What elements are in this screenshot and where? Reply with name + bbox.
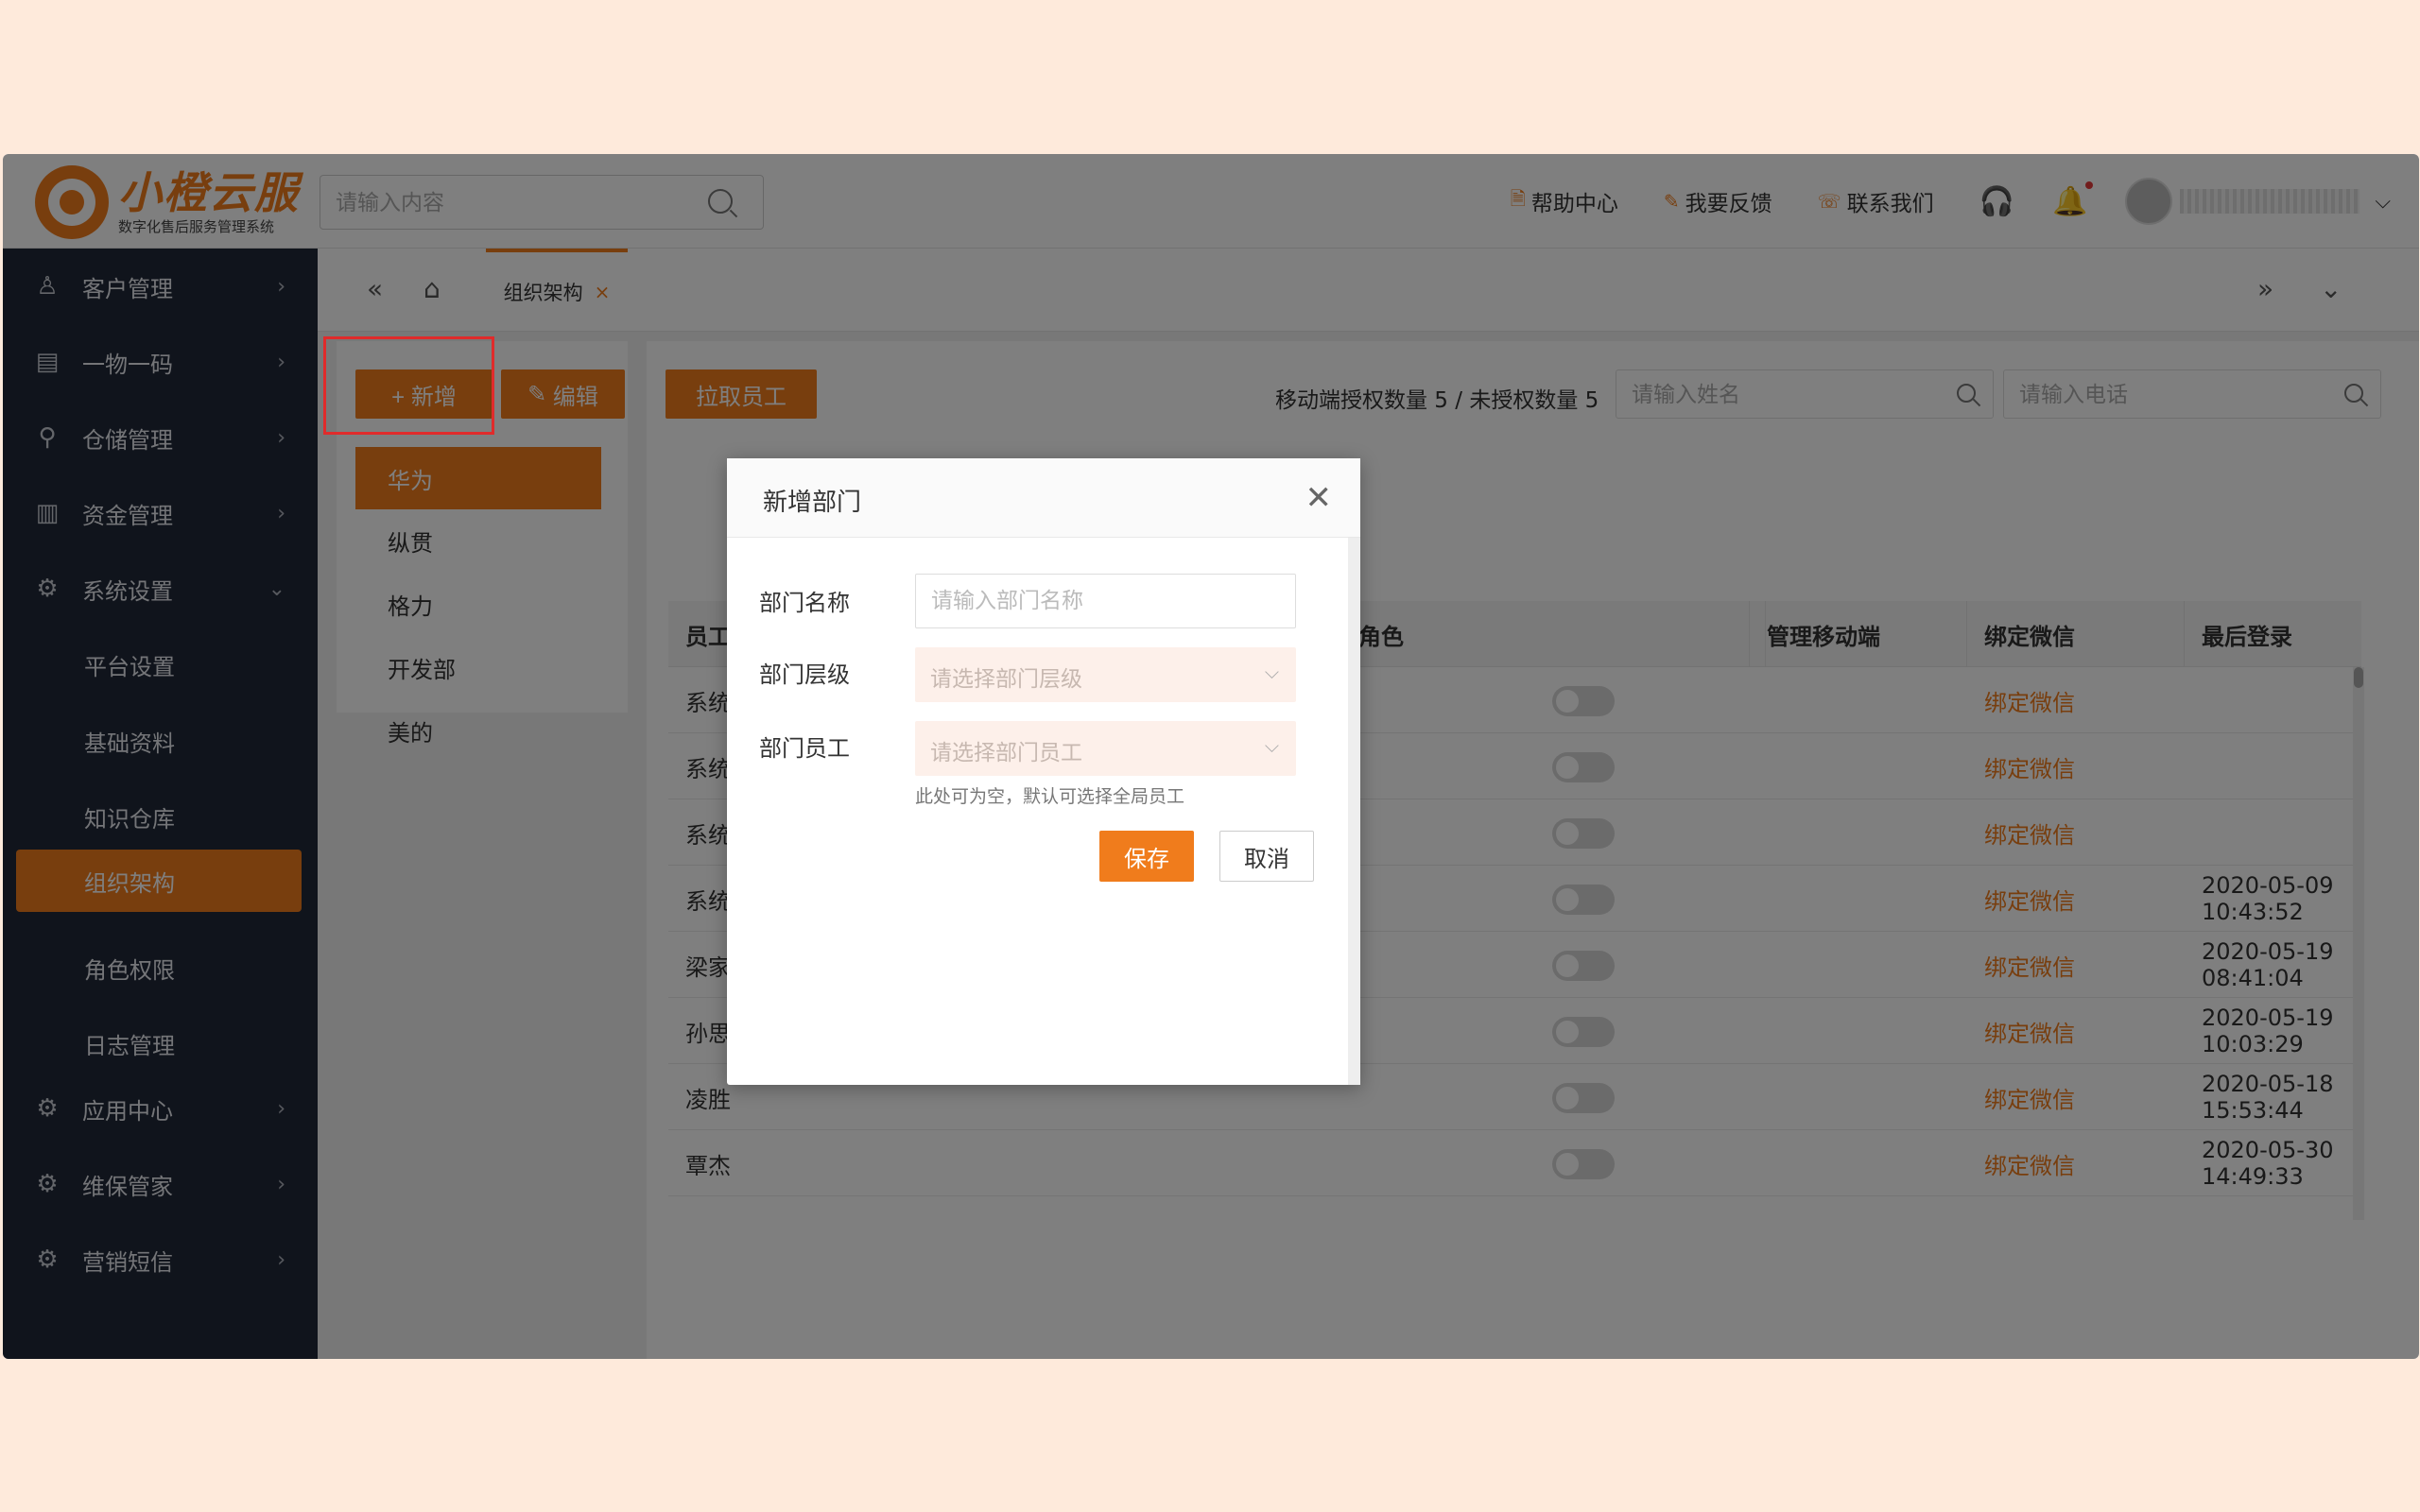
dialog-scrollbar[interactable] (1348, 538, 1360, 1085)
chevron-down-icon: ⌵ (1264, 734, 1279, 757)
department-staff-select[interactable]: 请选择部门员工 ⌵ (915, 721, 1296, 776)
department-name-label: 部门名称 (759, 590, 850, 616)
department-level-label: 部门层级 (759, 662, 850, 688)
app-window: 小橙云服 数字化售后服务管理系统 🗎帮助中心 ✎我要反馈 ☏联系我们 🎧 🔔 ⌵… (3, 154, 2419, 1359)
select-placeholder: 请选择部门层级 (930, 667, 1082, 692)
department-name-input[interactable] (931, 587, 1271, 615)
select-placeholder: 请选择部门员工 (930, 741, 1082, 765)
save-button[interactable]: 保存 (1099, 831, 1194, 882)
department-name-field[interactable] (915, 574, 1296, 628)
annotation-highlight-box (323, 336, 494, 435)
dialog-header: 新增部门 ✕ (727, 458, 1360, 538)
department-level-select[interactable]: 请选择部门层级 ⌵ (915, 647, 1296, 702)
department-staff-label: 部门员工 (759, 735, 850, 762)
add-department-dialog: 新增部门 ✕ 部门名称 部门层级 请选择部门层级 ⌵ 部门员工 请选择部门员工 … (727, 458, 1360, 1085)
dialog-title: 新增部门 (763, 489, 862, 517)
cancel-button[interactable]: 取消 (1219, 831, 1314, 882)
close-icon[interactable]: ✕ (1305, 479, 1333, 517)
staff-hint: 此处可为空，默认可选择全局员工 (915, 786, 1185, 807)
chevron-down-icon: ⌵ (1264, 661, 1279, 683)
